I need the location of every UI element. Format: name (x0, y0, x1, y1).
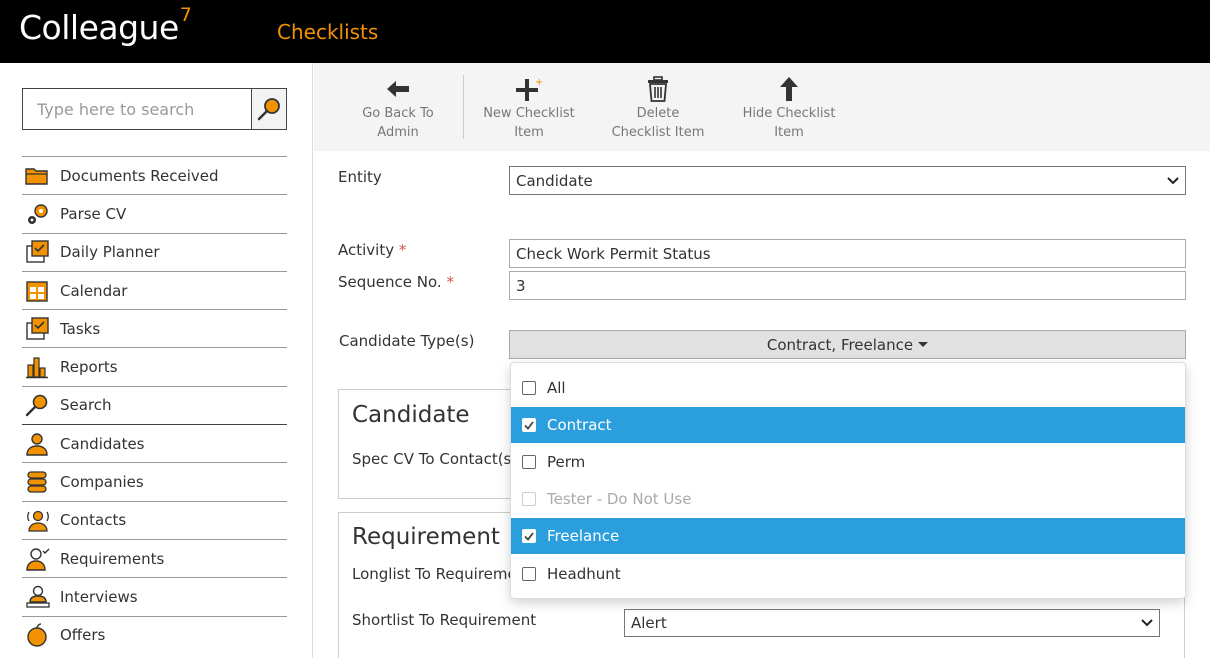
page-title: Checklists (277, 20, 379, 44)
checkbox-disabled (522, 492, 536, 506)
magnifier-icon (257, 98, 280, 121)
checkbox[interactable] (522, 567, 536, 581)
option-contract[interactable]: Contract (511, 407, 1185, 443)
sidebar-item-reports[interactable]: Reports (22, 347, 287, 385)
toolbar-divider (463, 75, 464, 139)
spec-cv-label: Spec CV To Contact(s) (352, 450, 518, 468)
shortlist-select[interactable]: Alert (624, 609, 1160, 637)
search-icon (22, 391, 60, 419)
candidate-types-multiselect[interactable]: Contract, Freelance (509, 330, 1186, 359)
person-icon (22, 430, 60, 458)
sidebar-item-search[interactable]: Search (22, 385, 287, 424)
search-box (22, 88, 287, 130)
sidebar-item-documents-received[interactable]: Documents Received (22, 156, 287, 194)
svg-text:+: + (535, 77, 543, 88)
new-checklist-item-button[interactable]: + New Checklist Item (475, 75, 583, 142)
candidate-types-label: Candidate Type(s) (339, 332, 475, 350)
interview-icon (22, 583, 60, 611)
chevron-down-icon (1141, 619, 1153, 627)
trash-icon (604, 75, 712, 103)
option-freelance[interactable]: Freelance (511, 518, 1185, 554)
sidebar-nav: Documents Received Parse CV Daily Planne… (22, 156, 287, 654)
candidate-panel-title: Candidate (352, 402, 470, 428)
bar-chart-icon (22, 353, 60, 381)
sidebar-item-tasks[interactable]: Tasks (22, 309, 287, 347)
sidebar-item-interviews[interactable]: Interviews (22, 577, 287, 615)
checkbox-checked[interactable] (522, 418, 536, 432)
hide-checklist-item-button[interactable]: Hide Checklist Item (735, 75, 843, 142)
entity-label: Entity (338, 168, 382, 186)
sidebar-item-companies[interactable]: Companies (22, 462, 287, 500)
caret-down-icon (918, 342, 929, 347)
sidebar-item-offers[interactable]: Offers (22, 615, 287, 654)
sidebar-item-daily-planner[interactable]: Daily Planner (22, 232, 287, 271)
arrow-up-icon (735, 75, 843, 103)
option-tester: Tester - Do Not Use (511, 481, 1185, 517)
plus-icon: + (475, 75, 583, 103)
sidebar-item-parse-cv[interactable]: Parse CV (22, 194, 287, 232)
requirement-icon (22, 545, 60, 573)
entity-select[interactable]: Candidate (509, 166, 1186, 195)
app-logo[interactable]: Colleague7 (19, 4, 192, 47)
apple-icon (22, 621, 60, 649)
sidebar-item-candidates[interactable]: Candidates (22, 424, 287, 462)
candidate-types-dropdown: All Contract Perm Tester - Do Not Use Fr… (510, 362, 1186, 599)
check-icon (524, 531, 534, 541)
contact-icon (22, 506, 60, 534)
search-input[interactable] (23, 89, 251, 129)
building-icon (22, 468, 60, 496)
checkbox[interactable] (522, 381, 536, 395)
checkbox[interactable] (522, 455, 536, 469)
check-icon (524, 420, 534, 430)
option-all[interactable]: All (511, 370, 1185, 406)
planner-icon (22, 238, 60, 266)
tasks-icon (22, 315, 60, 343)
shortlist-label: Shortlist To Requirement (352, 611, 537, 629)
sequence-input[interactable]: 3 (509, 271, 1186, 300)
sidebar-item-requirements[interactable]: Requirements (22, 538, 287, 577)
folder-icon (22, 162, 60, 190)
option-perm[interactable]: Perm (511, 444, 1185, 480)
top-header: Colleague7 Checklists (0, 0, 1210, 63)
sidebar-item-calendar[interactable]: Calendar (22, 270, 287, 309)
sidebar-item-contacts[interactable]: Contacts (22, 500, 287, 539)
activity-input[interactable]: Check Work Permit Status (509, 239, 1186, 268)
checkbox-checked[interactable] (522, 529, 536, 543)
go-back-button[interactable]: Go Back To Admin (344, 75, 452, 142)
calendar-icon (22, 277, 60, 305)
sequence-label: Sequence No. * (338, 273, 454, 291)
toolbar: Go Back To Admin + New Checklist Item De… (314, 63, 1210, 151)
chevron-down-icon (1167, 176, 1179, 184)
arrow-left-icon (344, 75, 452, 103)
sidebar: Documents Received Parse CV Daily Planne… (0, 63, 313, 658)
activity-label: Activity * (338, 241, 407, 259)
delete-checklist-item-button[interactable]: Delete Checklist Item (604, 75, 712, 142)
search-button[interactable] (251, 89, 286, 129)
gears-icon (22, 200, 60, 228)
requirement-panel-title: Requirement (352, 524, 500, 550)
longlist-label: Longlist To Requireme (352, 565, 517, 583)
option-headhunt[interactable]: Headhunt (511, 556, 1185, 592)
